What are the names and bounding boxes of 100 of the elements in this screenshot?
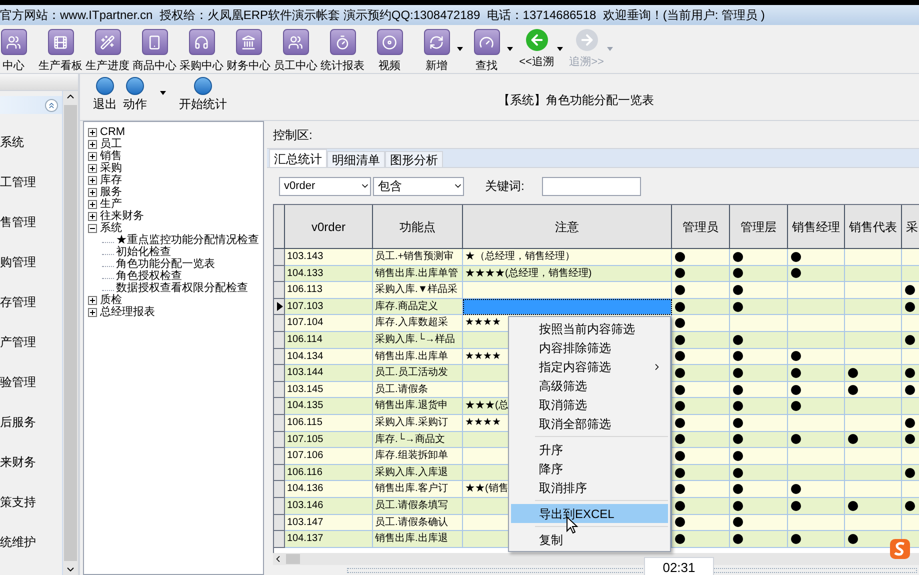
expand-icon[interactable] [88, 188, 97, 196]
tab[interactable]: 明细清单 [327, 151, 385, 167]
menu-item[interactable]: 高级筛选 [511, 376, 668, 395]
toolbar-icon [474, 29, 500, 55]
sidebar-item[interactable]: 统维护 [0, 522, 62, 562]
tree-item[interactable]: ★重点监控功能分配情况检查 [116, 234, 259, 246]
table-cell: 103.147 [285, 514, 373, 532]
sidebar-item[interactable]: 验管理 [0, 362, 62, 402]
collapse-icon[interactable] [88, 224, 97, 232]
table-cell: 销售出库.出库单 [373, 348, 463, 366]
header-corner [274, 205, 285, 249]
dropdown-caret-icon[interactable] [557, 47, 563, 51]
toolbar-button[interactable]: 生产看板 [37, 25, 84, 73]
sidebar-item[interactable]: 存管理 [0, 282, 62, 322]
tree-item[interactable]: 员工 [100, 138, 122, 150]
toolbar-button[interactable]: 生产进度 [84, 25, 131, 73]
toolbar-button[interactable]: <<追溯 [513, 25, 560, 69]
scrollbar-thumb[interactable] [286, 554, 300, 564]
expand-icon[interactable] [88, 308, 97, 316]
sidebar-item[interactable]: 售管理 [0, 202, 62, 242]
menu-item[interactable]: 导出到EXCEL [511, 504, 668, 523]
column-header[interactable]: 管理员 [672, 205, 730, 249]
expand-icon[interactable] [88, 140, 97, 148]
expand-icon[interactable] [88, 152, 97, 160]
expand-icon[interactable] [88, 176, 97, 184]
table-cell: 107.104 [285, 315, 373, 332]
toolbar-icon [48, 29, 74, 55]
table-cell: 销售出库.出库单管 [373, 266, 463, 282]
sidebar-item[interactable]: 来财务 [0, 442, 62, 482]
dropdown-caret-icon[interactable] [160, 91, 166, 95]
menu-item[interactable]: 降序 [511, 459, 668, 478]
expand-icon[interactable] [88, 128, 97, 136]
toolbar-icon [424, 29, 450, 55]
action-button[interactable]: 退出 [90, 74, 120, 111]
action-button[interactable]: 开始统计 [176, 74, 230, 111]
menu-item[interactable]: 复制 [511, 530, 668, 549]
toolbar-button[interactable]: 统计报表 [319, 25, 366, 73]
sidebar-item[interactable]: 工管理 [0, 162, 62, 202]
menu-item[interactable]: 取消筛选 [511, 395, 668, 414]
column-header[interactable]: 销售代表 [845, 205, 902, 249]
table-cell: 107.105 [285, 432, 373, 448]
operator-select[interactable]: 包含 [373, 176, 464, 196]
sidebar-item[interactable]: 系统 [0, 122, 62, 162]
table-cell: 107.106 [285, 448, 373, 465]
menu-item[interactable]: 取消排序 [511, 478, 668, 497]
table-cell: 员工.员工活动发 [373, 365, 463, 382]
toolbar-button[interactable]: 查找 [463, 25, 510, 73]
column-header[interactable]: 销售经理 [788, 205, 845, 249]
menu-item[interactable]: 升序 [511, 440, 668, 459]
tree-item[interactable]: 总经理报表 [100, 306, 155, 318]
expand-icon[interactable] [88, 164, 97, 172]
sidebar-item[interactable]: 购管理 [0, 242, 62, 282]
tree-item[interactable]: 生产 [100, 198, 122, 210]
keyword-field[interactable] [542, 176, 642, 196]
dropdown-caret-icon[interactable] [507, 47, 513, 51]
expand-icon[interactable] [88, 212, 97, 220]
table-cell: 采购入库.▼样品采 [373, 282, 463, 299]
scrollbar[interactable] [62, 91, 78, 575]
menu-item[interactable]: 取消全部筛选 [511, 414, 668, 433]
column-header[interactable]: 注意 [463, 205, 672, 249]
sidebar-item[interactable]: 产管理 [0, 322, 62, 362]
tree-item[interactable]: 服务 [100, 186, 122, 198]
column-header[interactable]: 采 [902, 205, 919, 249]
expand-icon[interactable] [88, 200, 97, 208]
tree-item[interactable]: 系统 [100, 222, 122, 234]
tab[interactable]: 汇总统计 [269, 149, 327, 167]
tab[interactable]: 图形分析 [385, 151, 443, 167]
tree-item[interactable]: 往来财务 [100, 210, 144, 222]
toolbar-button[interactable]: 中心 [0, 25, 37, 73]
column-header[interactable]: 功能点 [373, 205, 463, 249]
row-header[interactable] [274, 298, 285, 316]
tree-item[interactable]: 库存 [100, 174, 122, 186]
tree-item[interactable]: 角色授权检查 [116, 270, 182, 282]
toolbar-button[interactable]: 财务中心 [225, 25, 272, 73]
toolbar-button[interactable]: 视频 [366, 25, 413, 73]
field-select[interactable]: v0rder [279, 176, 371, 196]
expand-icon[interactable] [88, 296, 97, 304]
toolbar-icon [330, 29, 356, 55]
toolbar-button[interactable]: 商品中心 [131, 25, 178, 73]
toolbar-icon [376, 29, 402, 55]
sidebar-item[interactable]: 策支持 [0, 482, 62, 522]
sidebar-item[interactable]: 后服务 [0, 402, 62, 442]
toolbar-button[interactable]: 新增 [413, 25, 460, 73]
table-cell: 采购入库.采购订 [373, 414, 463, 432]
column-header[interactable]: 管理层 [730, 205, 788, 249]
dropdown-caret-icon[interactable] [457, 47, 463, 51]
tree-item[interactable]: 采购 [100, 162, 122, 174]
tree-item[interactable]: 数据授权查看权限分配检查 [116, 282, 248, 294]
table-cell: 104.133 [285, 266, 373, 282]
toolbar-button[interactable]: 采购中心 [178, 25, 225, 73]
tree-item[interactable]: CRM [100, 126, 126, 138]
action-button[interactable]: 动作 [120, 74, 150, 111]
table-cell: 104.137 [285, 531, 373, 548]
tree-item[interactable]: 角色功能分配一览表 [116, 258, 215, 270]
table-cell: 销售出库.出库退 [373, 531, 463, 548]
tree-item[interactable]: 初始化检查 [116, 246, 171, 258]
tree-item[interactable]: 质检 [100, 294, 122, 306]
tree-item[interactable]: 销售 [100, 150, 122, 162]
toolbar-button[interactable]: 员工中心 [272, 25, 319, 73]
column-header[interactable]: v0rder [285, 205, 373, 249]
